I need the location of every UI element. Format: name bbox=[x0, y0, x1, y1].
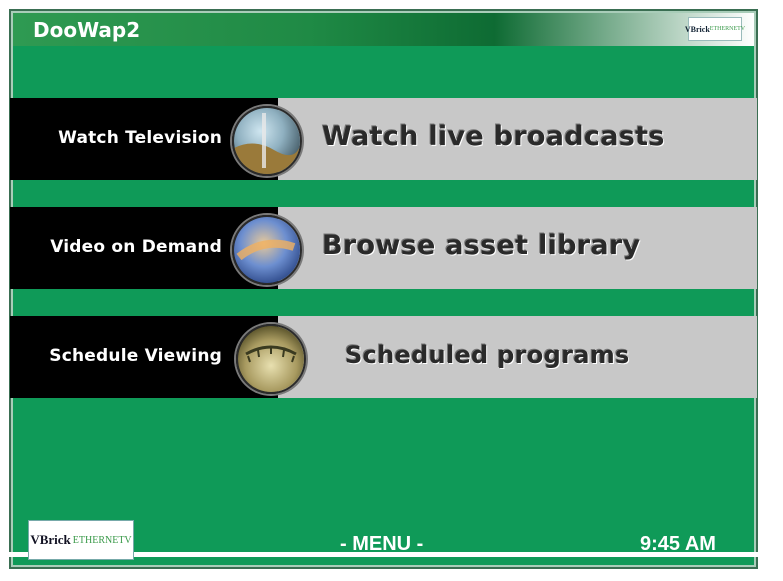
menu-item-watch-television[interactable]: Watch Television Watch live broadcasts bbox=[10, 98, 757, 180]
globe-vod-icon bbox=[232, 215, 302, 285]
globe-tv-icon bbox=[232, 106, 302, 176]
menu-item-label: Video on Demand bbox=[50, 237, 222, 257]
menu-item-description: Browse asset library bbox=[322, 230, 641, 261]
menu-item-description: Scheduled programs bbox=[345, 341, 630, 369]
menu-item-schedule-viewing[interactable]: Schedule Viewing Scheduled programs bbox=[10, 316, 757, 398]
menu-item-label: Watch Television bbox=[58, 128, 222, 148]
frame-border bbox=[11, 11, 756, 567]
menu-item-description: Watch live broadcasts bbox=[322, 121, 665, 152]
menu-item-video-on-demand[interactable]: Video on Demand Browse asset library bbox=[10, 207, 757, 289]
menu-label: - MENU - bbox=[340, 533, 424, 555]
title-bar: DooWap2 VBrick ETHERNETV bbox=[13, 13, 754, 46]
menu-item-label: Schedule Viewing bbox=[49, 346, 222, 366]
brand-logo-bottom: VBrick ETHERNETV bbox=[28, 520, 134, 560]
globe-schedule-icon bbox=[236, 324, 306, 394]
clock-time: 9:45 AM bbox=[640, 533, 716, 555]
main-frame: DooWap2 VBrick ETHERNETV bbox=[9, 9, 758, 569]
window-title: DooWap2 bbox=[33, 18, 141, 42]
brand-logo-top: VBrick ETHERNETV bbox=[685, 17, 745, 41]
